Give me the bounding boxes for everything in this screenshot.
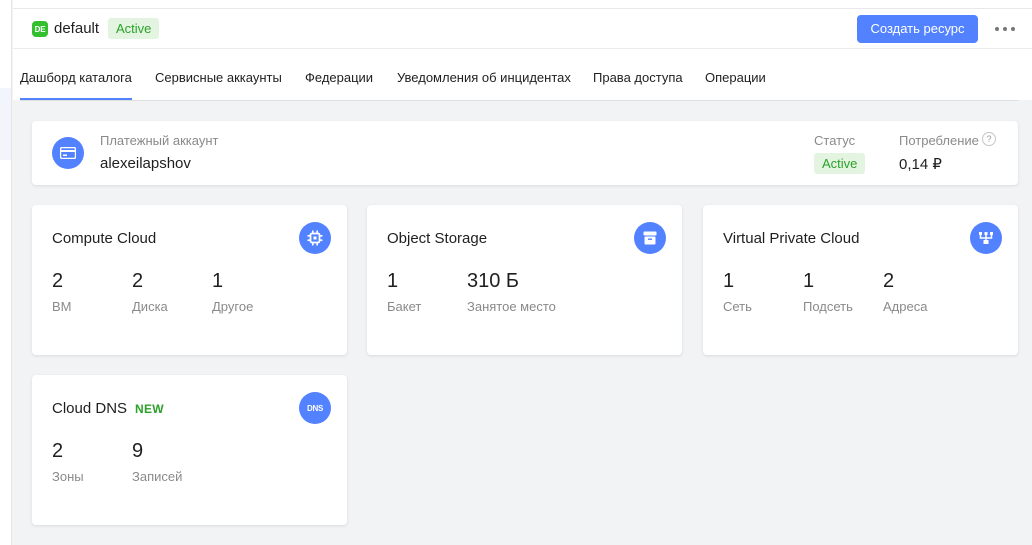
metric-value: 1 [212,270,224,292]
service-card-title: Virtual Private Cloud [723,230,860,247]
service-card-title: Cloud DNS NEW [52,400,164,417]
service-card-title: Object Storage [387,230,488,247]
network-icon [970,222,1002,254]
metric-value: 1 [387,270,399,292]
metric-label: ВМ [52,299,72,314]
metric-label: Сеть [723,299,752,314]
metric-value: 1 [803,270,815,292]
folder-tabs: Дашборд каталога Сервисные аккаунты Феде… [20,70,1018,101]
folder-name: default [54,20,100,37]
metric-records: 9 Записей [132,439,207,484]
metric-subnets: 1 Подсеть [803,269,878,314]
help-icon[interactable]: ? [982,132,996,146]
more-dot [1011,27,1015,31]
billing-account-name[interactable]: alexeilapshov [100,155,191,172]
tab-access-rights[interactable]: Права доступа [593,70,683,86]
metric-zones: 2 Зоны [52,439,127,484]
compute-chip-icon [299,222,331,254]
tab-service-accounts[interactable]: Сервисные аккаунты [155,70,282,86]
tab-incident-notifications[interactable]: Уведомления об инцидентах [397,70,571,86]
tab-dashboard[interactable]: Дашборд каталога [20,70,132,100]
service-card-compute-cloud[interactable]: Compute Cloud 2 ВМ 2 Диска 1 Другое [32,205,347,355]
metric-value: 2 [132,270,144,292]
service-card-title-text: Cloud DNS [52,400,128,417]
storage-box-icon [634,222,666,254]
metric-value: 2 [883,270,895,292]
metric-label: Зоны [52,469,84,484]
chip-glyph [307,230,323,246]
service-card-cloud-dns[interactable]: Cloud DNS NEW DNS 2 Зоны 9 Записей [32,375,347,525]
credit-card-icon [52,137,84,169]
billing-account-card[interactable]: Платежный аккаунт alexeilapshov Статус A… [32,121,1018,185]
create-resource-button[interactable]: Создать ресурс [857,15,978,43]
tab-operations[interactable]: Операции [705,70,766,86]
more-actions-icon[interactable] [995,20,1015,38]
metric-label: Записей [132,469,183,484]
billing-status-caption: Статус [814,133,856,148]
header-divider [13,8,1032,9]
new-badge: NEW [135,402,164,416]
metric-networks: 1 Сеть [723,269,798,314]
service-card-object-storage[interactable]: Object Storage 1 Бакет 310 Б Занятое мес… [367,205,682,355]
metric-value: 1 [723,270,735,292]
network-glyph [979,232,993,244]
metric-label: Адреса [883,299,928,314]
billing-usage-value: 0,14 ₽ [899,156,942,173]
storage-glyph [643,231,657,245]
metric-addresses: 2 Адреса [883,269,958,314]
metric-value: 9 [132,440,144,462]
header-divider [13,48,1032,49]
more-dot [1003,27,1007,31]
metric-label: Подсеть [803,299,853,314]
app-root: DE default Active Создать ресурс Дашборд… [0,0,1032,545]
folder-status-badge: Active [108,18,160,39]
metric-label: Бакет [387,299,422,314]
billing-usage-caption: Потребление [899,133,979,148]
service-card-vpc[interactable]: Virtual Private Cloud 1 Сеть 1 Подсеть 2… [703,205,1018,355]
metric-buckets: 1 Бакет [387,269,462,314]
rail-active-item[interactable] [0,88,11,160]
tab-federations[interactable]: Федерации [305,70,373,86]
metric-value: 2 [52,270,64,292]
metric-label: Другое [212,299,254,314]
folder-avatar-icon: DE [32,21,48,37]
billing-status-badge: Active [814,153,866,174]
metric-label: Занятое место [467,299,556,314]
service-card-title: Compute Cloud [52,230,157,247]
metric-used-space: 310 Б Занятое место [467,269,587,314]
more-dot [995,27,999,31]
credit-card-glyph [60,147,76,159]
metric-value: 310 Б [467,270,520,292]
metric-other: 1 Другое [212,269,287,314]
dns-icon-text: DNS [307,403,323,413]
metric-value: 2 [52,440,64,462]
metric-vm: 2 ВМ [52,269,127,314]
metric-label: Диска [132,299,168,314]
dns-icon: DNS [299,392,331,424]
billing-account-caption: Платежный аккаунт [100,133,219,148]
metric-disks: 2 Диска [132,269,207,314]
left-navigation-rail [0,0,12,545]
